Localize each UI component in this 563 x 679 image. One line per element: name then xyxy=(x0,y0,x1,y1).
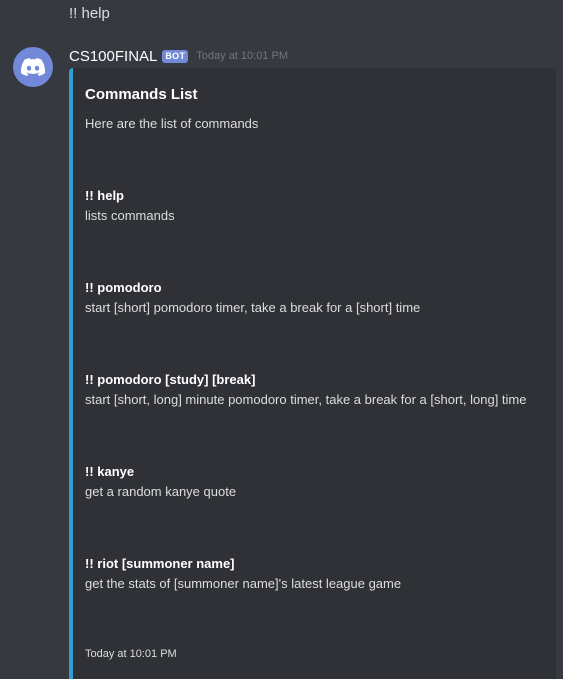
embed-field-pomodoro-custom: !! pomodoro [study] [break] start [short… xyxy=(85,370,553,410)
bot-avatar[interactable] xyxy=(13,47,53,87)
field-value: start [short, long] minute pomodoro time… xyxy=(85,392,527,407)
bot-username[interactable]: CS100FINAL xyxy=(69,48,157,65)
field-name: !! kanye xyxy=(85,464,135,479)
commands-embed: Commands List Here are the list of comma… xyxy=(69,68,556,679)
field-name: !! pomodoro [study] [break] xyxy=(85,372,256,387)
embed-title: Commands List xyxy=(85,86,198,103)
embed-field-pomodoro: !! pomodoro start [short] pomodoro timer… xyxy=(85,278,553,318)
field-name: !! help xyxy=(85,188,124,203)
field-value: get a random kanye quote xyxy=(85,484,237,499)
embed-footer-timestamp: Today at 10:01 PM xyxy=(85,648,177,660)
embed-field-riot: !! riot [summoner name] get the stats of… xyxy=(85,554,553,594)
discord-logo-icon xyxy=(21,58,45,76)
field-name: !! pomodoro xyxy=(85,280,162,295)
message-timestamp[interactable]: Today at 10:01 PM xyxy=(196,50,288,62)
embed-field-kanye: !! kanye get a random kanye quote xyxy=(85,462,553,502)
message-header: CS100FINAL BOT Today at 10:01 PM xyxy=(69,45,288,67)
field-value: get the stats of [summoner name]'s lates… xyxy=(85,576,402,591)
field-value: lists commands xyxy=(85,208,175,223)
field-value: start [short] pomodoro timer, take a bre… xyxy=(85,300,421,315)
embed-description: Here are the list of commands xyxy=(85,116,259,131)
embed-field-help: !! help lists commands xyxy=(85,186,553,226)
bot-tag-badge: BOT xyxy=(162,49,189,63)
field-name: !! riot [summoner name] xyxy=(85,556,235,571)
user-message-text: !! help xyxy=(69,5,110,22)
